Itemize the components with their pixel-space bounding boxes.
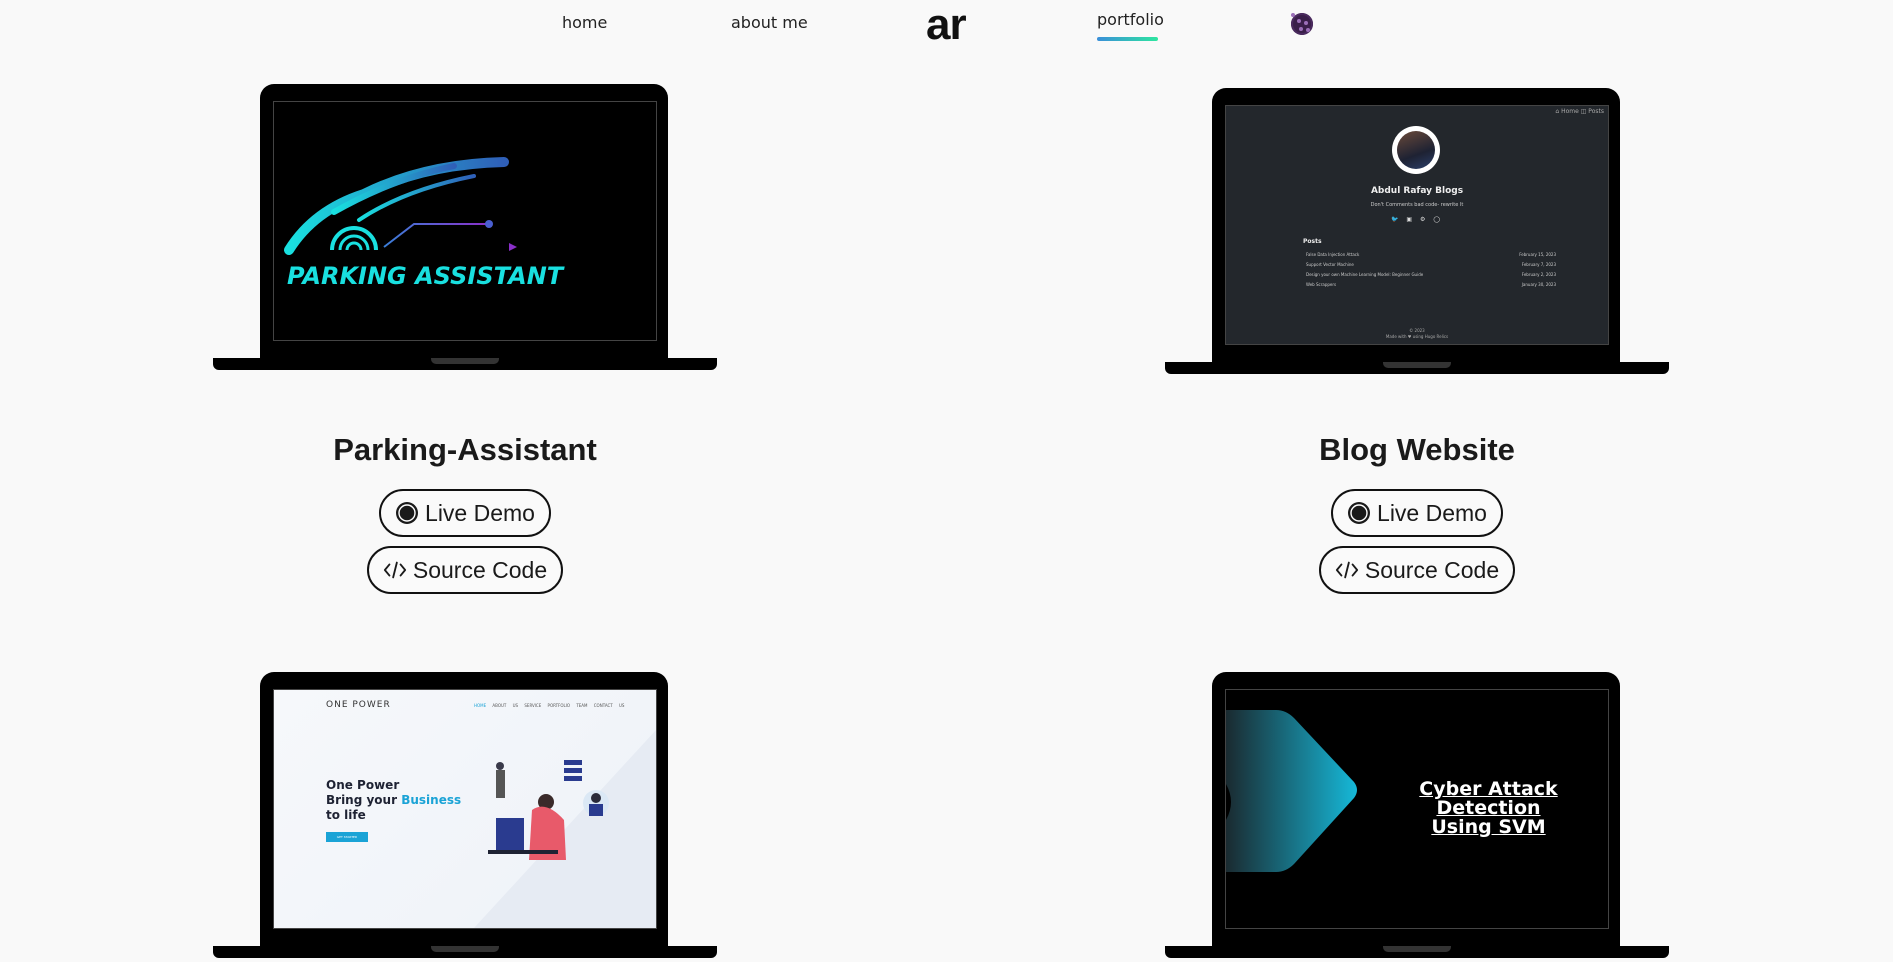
live-demo-label: Live Demo [1377, 499, 1487, 526]
nav-home-link[interactable]: home [562, 13, 607, 32]
project-title: Blog Website [1319, 432, 1515, 467]
list-item: Web Scrappers January 30, 2023 [1306, 282, 1556, 287]
project-card-cyber-attack: Cyber Attack Detection Using SVM [1165, 672, 1669, 962]
nav-portfolio-link[interactable]: portfolio [1097, 10, 1164, 29]
live-demo-button[interactable]: Live Demo [379, 489, 551, 537]
social-icons: 🐦 ▣ ⚙ ◯ [1391, 216, 1443, 223]
laptop-mockup: Cyber Attack Detection Using SVM [1165, 672, 1669, 962]
laptop-mockup: ⌂ Home ◫ Posts Abdul Rafay Blogs Don't C… [1165, 88, 1669, 378]
screen-title-text: Cyber Attack Detection Using SVM [1419, 778, 1558, 838]
list-item: False Data Injection Attack February 15, … [1306, 252, 1556, 257]
source-code-button[interactable]: Source Code [1318, 546, 1516, 594]
project-screenshot: Cyber Attack Detection Using SVM [1225, 689, 1609, 929]
code-icon [383, 558, 407, 582]
source-code-button[interactable]: Source Code [366, 546, 564, 594]
laptop-mockup: ONE POWER HOME ABOUT US SERVICE PORTFOLI… [213, 672, 717, 962]
project-actions: Live Demo Source Code [1165, 489, 1669, 594]
laptop-mockup: PARKING ASSISTANT [213, 84, 717, 374]
active-nav-underline [1097, 37, 1158, 41]
top-navigation: home about me ar portfolio [0, 0, 1893, 60]
project-card-one-power: ONE POWER HOME ABOUT US SERVICE PORTFOLI… [213, 672, 717, 962]
theme-toggle-icon[interactable] [1291, 13, 1313, 35]
project-screenshot: ONE POWER HOME ABOUT US SERVICE PORTFOLI… [273, 689, 657, 929]
blog-name: Abdul Rafay Blogs [1370, 186, 1464, 196]
list-item: Design your own Machine Learning Model: … [1306, 272, 1556, 277]
source-code-label: Source Code [1364, 556, 1500, 583]
project-card-blog-website: ⌂ Home ◫ Posts Abdul Rafay Blogs Don't C… [1165, 88, 1669, 594]
live-demo-label: Live Demo [425, 499, 535, 526]
screen-nav: ⌂ Home ◫ Posts [1555, 108, 1604, 115]
code-icon [1335, 558, 1359, 582]
avatar [1392, 126, 1440, 174]
illustration-icon [474, 730, 656, 928]
blog-tagline: Don't Comments bad code- rewrite It [1370, 202, 1464, 208]
posts-heading: Posts [1303, 238, 1322, 245]
project-actions: Live Demo Source Code [213, 489, 717, 594]
live-demo-button[interactable]: Live Demo [1331, 489, 1503, 537]
car-logo-icon [284, 157, 517, 255]
site-logo[interactable]: ar [926, 0, 967, 50]
screen-title-text: PARKING ASSISTANT [287, 262, 564, 290]
project-title: Parking-Assistant [333, 432, 597, 467]
project-card-parking-assistant: PARKING ASSISTANT Parking-Assistant Live… [213, 84, 717, 594]
nav-about-link[interactable]: about me [731, 13, 808, 32]
source-code-label: Source Code [412, 556, 548, 583]
project-screenshot: PARKING ASSISTANT [273, 101, 657, 341]
list-item: Support Vector Machine February 7, 2023 [1306, 262, 1556, 267]
blog-footer: © 2023 Made with ♥ using Hugo Relics [1385, 328, 1449, 339]
compass-icon [395, 501, 419, 525]
project-screenshot: ⌂ Home ◫ Posts Abdul Rafay Blogs Don't C… [1225, 105, 1609, 345]
compass-icon [1347, 501, 1371, 525]
